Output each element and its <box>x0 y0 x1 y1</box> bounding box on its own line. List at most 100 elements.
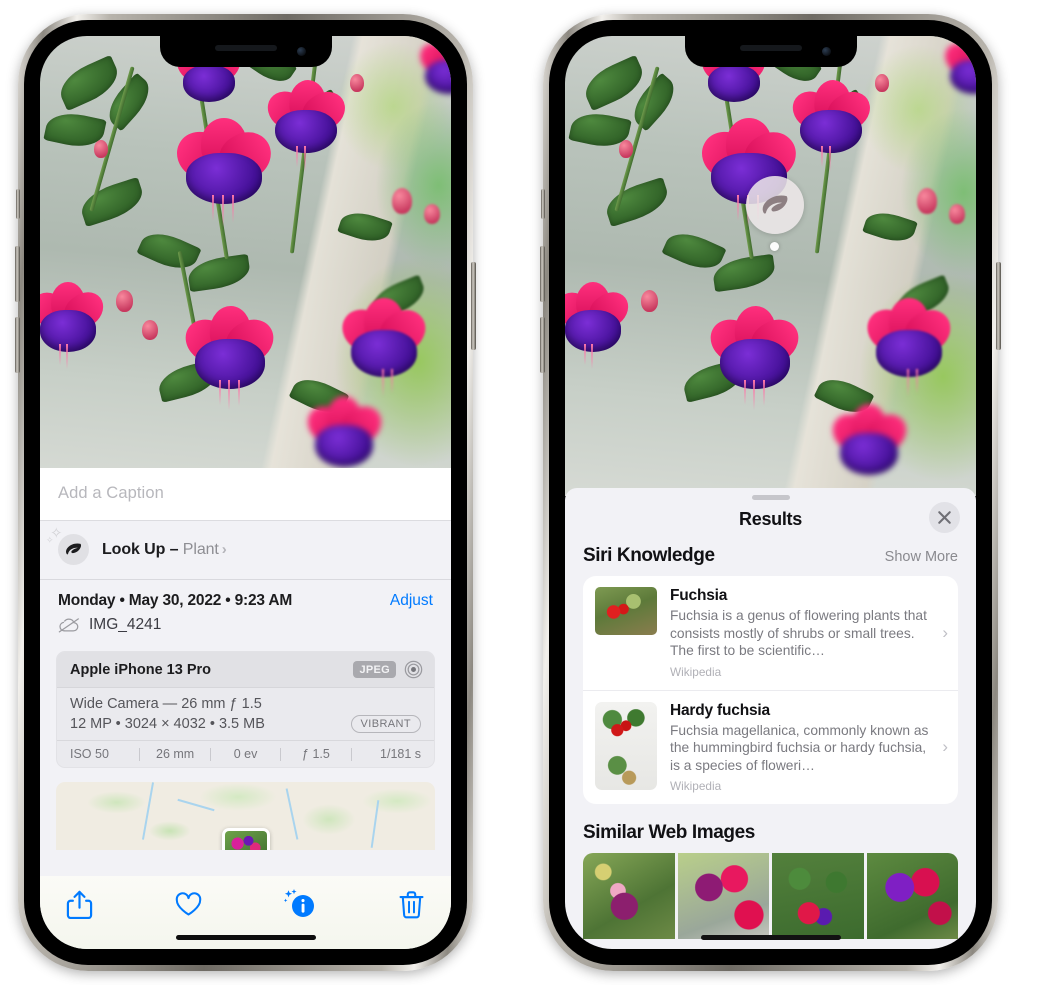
earpiece-speaker-right <box>739 45 802 51</box>
sparkle-icon: ✧ <box>46 535 54 545</box>
camera-device: Apple iPhone 13 Pro <box>70 661 211 678</box>
knowledge-title: Fuchsia <box>670 587 728 604</box>
exif-size-row: 12 MP • 3024 × 4032 • 3.5 MB VIBRANT <box>70 715 421 733</box>
knowledge-source: Wikipedia <box>670 779 722 794</box>
close-icon <box>938 511 951 524</box>
metadata-top-row: Monday • May 30, 2022 • 9:23 AM Adjust <box>58 592 433 610</box>
look-up-subject: Plant <box>182 540 219 558</box>
knowledge-card[interactable]: Hardy fuchsia Fuchsia magellanica, commo… <box>583 689 958 805</box>
photo-date: Monday • May 30, 2022 • 9:23 AM <box>58 592 293 609</box>
exif-stat: 26 mm <box>156 747 195 761</box>
screenshot-root: Add a Caption ✧ ✧ Look Up – Plant › Mond… <box>0 0 1055 985</box>
fuchsia-bloom <box>412 36 451 98</box>
flower-bud <box>392 188 412 214</box>
siri-knowledge-header: Siri Knowledge Show More <box>565 545 976 576</box>
exif-stat: ISO 50 <box>70 747 109 761</box>
home-indicator-right[interactable] <box>700 935 841 940</box>
image-size: 12 MP • 3024 × 4032 • 3.5 MB <box>70 716 265 732</box>
caption-input-row[interactable]: Add a Caption <box>40 468 451 521</box>
share-icon[interactable] <box>66 890 93 919</box>
exif-body: Wide Camera — 26 mm ƒ 1.5 12 MP • 3024 ×… <box>57 688 434 740</box>
format-badge: JPEG <box>353 661 396 678</box>
phone-right: Results Siri Knowledge Show More Fuchsia… <box>540 14 1001 971</box>
lens-circles-icon <box>404 660 423 679</box>
flower-bud <box>619 140 633 158</box>
adjust-button[interactable]: Adjust <box>390 592 433 610</box>
notch-right <box>684 36 857 67</box>
volume-up-button-right[interactable] <box>540 246 545 302</box>
trash-icon[interactable] <box>398 890 425 919</box>
flower-bud <box>424 204 440 224</box>
knowledge-thumbnail <box>595 587 657 635</box>
flower-bud <box>116 290 133 312</box>
volume-down-button-right[interactable] <box>540 317 545 373</box>
flower-bud <box>949 204 965 224</box>
notch-left <box>159 36 332 67</box>
exif-header: Apple iPhone 13 Pro JPEG <box>57 652 434 688</box>
exif-stats-row: ISO 50 26 mm 0 ev ƒ 1.5 1/181 s <box>57 740 434 767</box>
leaf-glyph <box>66 543 82 555</box>
lens-description: Wide Camera — 26 mm ƒ 1.5 <box>70 696 262 712</box>
mute-switch-right[interactable] <box>541 189 545 219</box>
flower-bud <box>94 140 108 158</box>
look-up-title: Look Up <box>102 540 166 558</box>
volume-down-button-left[interactable] <box>15 317 20 373</box>
knowledge-source: Wikipedia <box>670 664 722 679</box>
fuchsia-bloom <box>258 78 354 173</box>
home-indicator-left[interactable] <box>175 935 316 940</box>
filename-row: IMG_4241 <box>58 616 433 634</box>
flower-bud <box>917 188 937 214</box>
screen-right: Results Siri Knowledge Show More Fuchsia… <box>565 36 976 949</box>
fuchsia-bloom <box>40 282 112 370</box>
chevron-right-icon: › <box>221 540 227 558</box>
knowledge-card-body: Hardy fuchsia Fuchsia magellanica, commo… <box>670 702 940 794</box>
power-button-left[interactable] <box>471 262 476 350</box>
show-more-button[interactable]: Show More <box>885 549 958 565</box>
results-title: Results <box>739 509 802 529</box>
fuchsia-bloom <box>332 298 436 398</box>
knowledge-title: Hardy fuchsia <box>670 701 770 719</box>
photo-info-sheet: Add a Caption ✧ ✧ Look Up – Plant › Mond… <box>40 468 451 949</box>
knowledge-card[interactable]: Fuchsia Fuchsia is a genus of flowering … <box>583 576 958 690</box>
knowledge-thumbnail <box>595 701 657 790</box>
exif-stat: 0 ev <box>233 747 258 761</box>
siri-knowledge-heading: Siri Knowledge <box>583 545 715 566</box>
info-sparkle-icon[interactable] <box>283 889 316 919</box>
web-image-thumbnail[interactable] <box>583 853 675 940</box>
fuchsia-bloom <box>565 282 637 370</box>
mute-switch-left[interactable] <box>16 189 20 219</box>
cloud-slash-icon <box>58 617 79 632</box>
map-photo-pin[interactable] <box>221 828 270 850</box>
fuchsia-bloom <box>937 36 976 98</box>
results-sheet: Results Siri Knowledge Show More Fuchsia… <box>565 488 976 949</box>
visual-look-up-badge[interactable] <box>746 176 804 234</box>
web-image-thumbnail[interactable] <box>677 853 769 940</box>
flower-bud <box>641 290 658 312</box>
volume-up-button-left[interactable] <box>15 246 20 302</box>
fuchsia-bloom <box>783 78 879 173</box>
close-button[interactable] <box>929 502 960 533</box>
knowledge-snippet: Fuchsia is a genus of flowering plants t… <box>670 608 927 659</box>
power-button-right[interactable] <box>996 262 1001 350</box>
exif-stat: 1/181 s <box>380 747 422 761</box>
heart-icon[interactable] <box>175 890 202 919</box>
photo-metadata: Monday • May 30, 2022 • 9:23 AM Adjust I… <box>40 580 451 640</box>
look-up-row[interactable]: ✧ ✧ Look Up – Plant › <box>40 521 451 580</box>
caption-placeholder[interactable]: Add a Caption <box>58 484 433 503</box>
front-camera-left <box>296 47 306 56</box>
screen-left: Add a Caption ✧ ✧ Look Up – Plant › Mond… <box>40 36 451 949</box>
earpiece-speaker-left <box>214 45 277 51</box>
results-header: Results <box>565 500 976 545</box>
location-map[interactable] <box>56 782 435 850</box>
web-image-thumbnail[interactable] <box>772 853 864 940</box>
look-up-label: Look Up – Plant › <box>102 541 227 559</box>
photo-viewer-right[interactable] <box>565 36 976 496</box>
fuchsia-bloom <box>176 305 284 410</box>
fuchsia-bloom <box>823 404 915 480</box>
web-image-thumbnail[interactable] <box>866 853 958 940</box>
photo-filename: IMG_4241 <box>89 616 162 633</box>
front-camera-right <box>821 47 831 56</box>
phone-left: Add a Caption ✧ ✧ Look Up – Plant › Mond… <box>15 14 476 971</box>
photo-viewer-left[interactable] <box>40 36 451 476</box>
exif-card: Apple iPhone 13 Pro JPEG Wide Camera — 2… <box>56 651 435 768</box>
